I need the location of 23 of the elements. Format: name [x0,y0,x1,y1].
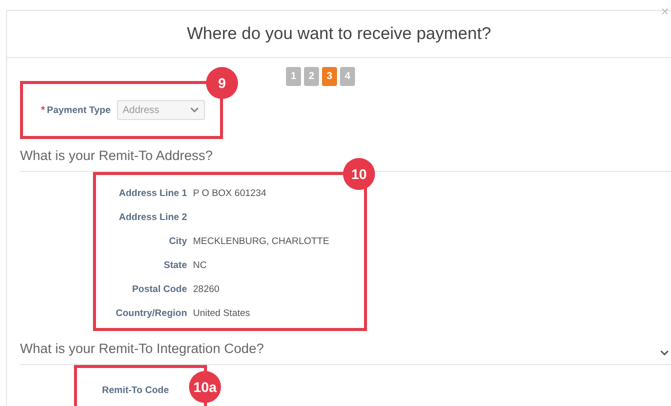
field-value: P O BOX 601234 [193,187,268,200]
field-label: Remit-To Code [102,385,169,396]
field-label: Country/Region [114,307,187,320]
field-label: Payment Type [46,104,111,116]
field-value: NC [193,259,208,272]
chevron-down-icon [660,350,669,356]
field-label: Address Line 2 [118,211,187,224]
field-value: MECKLENBURG, CHARLOTTE [193,235,330,248]
callout-badge: 9 [206,67,238,99]
field-label: Address Line 1 [118,187,187,200]
step-tab[interactable]: 1 [286,67,301,86]
step-tab[interactable]: 2 [304,67,319,86]
chevron-down-icon [190,107,199,113]
field-value: United States [193,307,252,320]
field-label: Postal Code [131,283,187,296]
field-label: City [168,235,187,248]
required-mark: * [41,104,45,116]
field-label: State [162,259,187,272]
section-heading[interactable]: What is your Remit-To Integration Code? [20,331,671,365]
step-tab[interactable]: 4 [340,67,355,86]
step-tab[interactable]: 3 [322,67,337,86]
callout-badge: 10a [189,371,221,403]
field-value: 28260 [193,283,220,296]
